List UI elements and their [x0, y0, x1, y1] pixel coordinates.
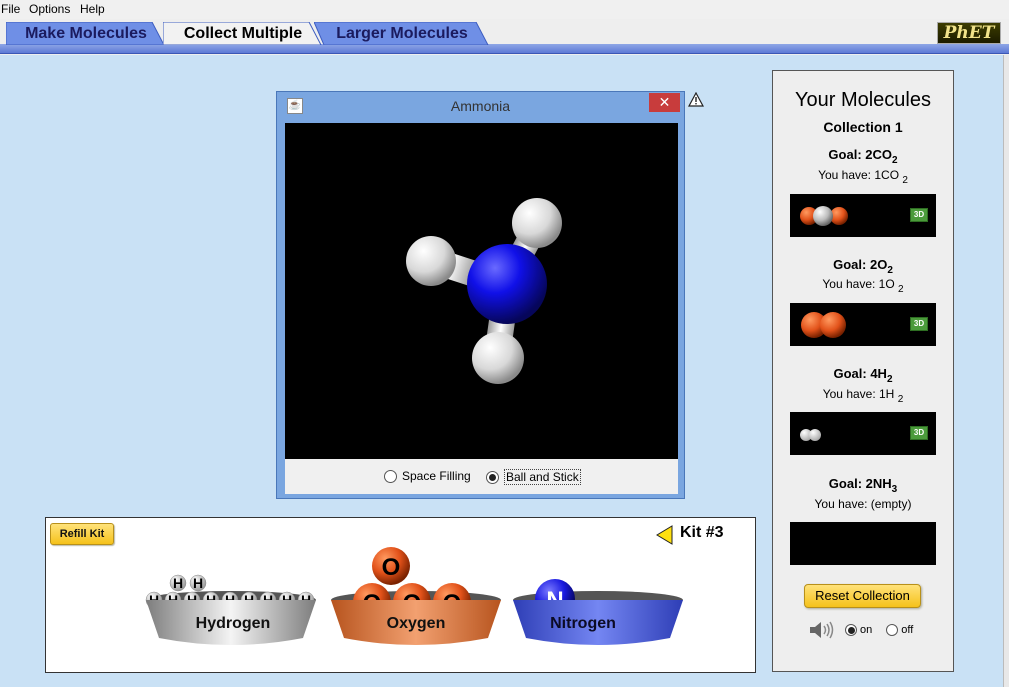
- svg-text:H: H: [173, 575, 183, 591]
- sound-on-radio[interactable]: [845, 624, 857, 636]
- goal-co2: Goal: 2CO2: [773, 147, 953, 166]
- h2-slot[interactable]: 3D: [790, 412, 936, 455]
- option-label: Space Filling: [402, 469, 471, 483]
- reset-collection-button[interactable]: Reset Collection: [804, 584, 921, 608]
- goal-nh3: Goal: 2NH3: [773, 476, 953, 495]
- view-3d-button[interactable]: 3D: [910, 317, 928, 331]
- space-filling-option[interactable]: Space Filling: [384, 469, 471, 483]
- dialog-title: Ammonia: [450, 98, 511, 114]
- goal-o2: Goal: 2O2: [773, 257, 953, 276]
- have-h2: You have: 1H 2: [773, 387, 953, 405]
- phet-logo: PhET: [937, 22, 1001, 44]
- view-3d-button[interactable]: 3D: [910, 426, 928, 440]
- have-text: You have: 1H: [822, 387, 898, 401]
- sound-off-label: off: [901, 624, 914, 636]
- sound-on-label: on: [860, 624, 873, 636]
- hydrogen-bucket[interactable]: HH HHH HHH HHH: [145, 574, 316, 645]
- tab-label: Larger Molecules: [336, 25, 468, 42]
- sound-controls: on off: [809, 621, 913, 639]
- nh3-slot[interactable]: [790, 522, 936, 565]
- nitrogen-bucket[interactable]: N: [513, 579, 683, 645]
- have-co2: You have: 1CO 2: [773, 168, 953, 186]
- have-subscript: 2: [898, 284, 904, 295]
- tab-underline: [0, 44, 1009, 54]
- collection-subtitle: Collection 1: [823, 119, 903, 135]
- view-mode-bar: Space Filling Ball and Stick: [285, 459, 678, 494]
- oxygen-label: Oxygen: [386, 615, 446, 632]
- atom-buckets[interactable]: HH HHH HHH HHH OOOO N: [46, 518, 757, 674]
- ammonia-ball-and-stick-model: [406, 198, 562, 384]
- warning-icon[interactable]: [688, 92, 704, 108]
- have-subscript: 2: [897, 394, 904, 405]
- radio-icon[interactable]: [486, 470, 499, 484]
- menu-help[interactable]: Help: [80, 2, 105, 16]
- menu-options[interactable]: Options: [29, 2, 70, 16]
- have-text: You have: 1O: [822, 277, 899, 291]
- have-o2: You have: 1O 2: [773, 277, 953, 295]
- svg-text:O: O: [382, 554, 401, 581]
- tab-collect-multiple[interactable]: Collect Multiple: [163, 22, 323, 45]
- molecule-collection-panel: Your Molecules Collection 1 Goal: 2CO2 Y…: [772, 70, 954, 672]
- co2-slot[interactable]: 3D: [790, 194, 936, 237]
- goal-text: Goal: 2O: [833, 257, 888, 272]
- goal-subscript: 3: [891, 484, 898, 495]
- goal-subscript: 2: [892, 155, 898, 166]
- tab-label: Collect Multiple: [183, 25, 303, 42]
- goal-text: Goal: 4H: [833, 366, 887, 381]
- hydrogen-label: Hydrogen: [195, 615, 271, 632]
- option-label: Ball and Stick: [504, 469, 581, 485]
- tab-larger-molecules[interactable]: Larger Molecules: [314, 22, 490, 45]
- nitrogen-label: Nitrogen: [550, 615, 616, 632]
- molecule-3d-dialog: ☕ Ammonia ✕ Space Filling Ball and Stick: [276, 91, 685, 499]
- radio-icon[interactable]: [384, 469, 397, 483]
- ball-and-stick-option[interactable]: Ball and Stick: [486, 469, 581, 485]
- goal-subscript: 2: [887, 265, 893, 276]
- goal-h2: Goal: 4H2: [773, 366, 953, 385]
- have-subscript: 2: [902, 175, 908, 186]
- have-text: You have: 1CO: [818, 168, 903, 182]
- close-icon[interactable]: ✕: [649, 93, 680, 112]
- sound-off-radio[interactable]: [886, 624, 899, 636]
- o2-slot[interactable]: 3D: [790, 303, 936, 346]
- have-nh3: You have: (empty): [814, 497, 912, 511]
- tab-label: Make Molecules: [25, 25, 147, 42]
- menu-bar: File Options Help: [0, 0, 1009, 19]
- collection-title: Your Molecules: [794, 89, 931, 111]
- goal-subscript: 2: [886, 374, 893, 385]
- speaker-icon: [810, 621, 834, 639]
- svg-text:H: H: [193, 575, 203, 591]
- molecule-viewer[interactable]: [285, 123, 678, 459]
- view-3d-button[interactable]: 3D: [910, 208, 928, 222]
- goal-text: Goal: 2NH: [828, 476, 892, 491]
- menu-file[interactable]: File: [1, 2, 20, 16]
- kit-panel: Refill Kit Kit #3 HH HHH HHH: [45, 517, 756, 673]
- goal-text: Goal: 2CO: [828, 147, 892, 162]
- tab-make-molecules[interactable]: Make Molecules: [6, 22, 166, 45]
- window-right-border: [1003, 55, 1009, 687]
